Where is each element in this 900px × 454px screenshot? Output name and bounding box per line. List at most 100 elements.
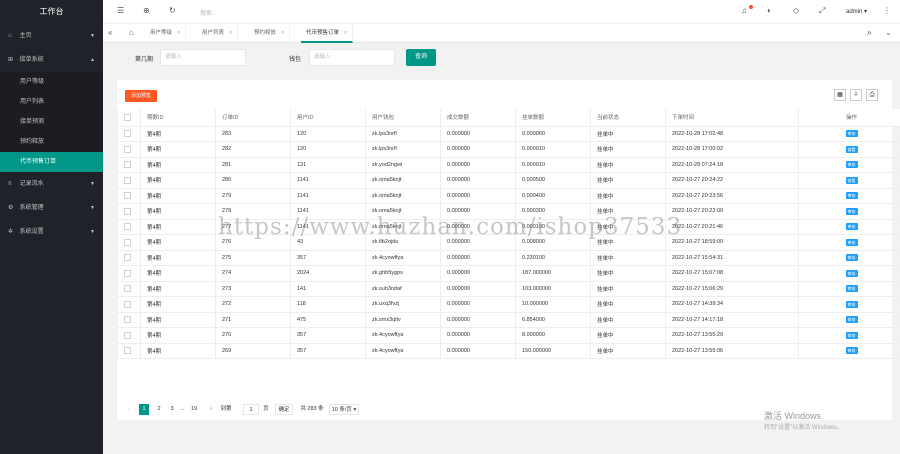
close-icon[interactable]: ×: [344, 30, 347, 36]
column-header[interactable]: 订单ID: [215, 109, 291, 127]
sidebar-item-orders[interactable]: ⊞ 接单系统 ▲: [0, 48, 103, 72]
row-action-button[interactable]: 审核: [845, 130, 858, 138]
theme-icon[interactable]: ◐: [767, 6, 772, 15]
table-row[interactable]: 第4期 275 357 zk.4cyowftya 0.000000 0.230100 挂单中…: [117, 250, 900, 266]
row-action-button[interactable]: 审核: [845, 192, 858, 200]
row-checkbox[interactable]: [117, 312, 141, 328]
prev-page-icon[interactable]: ‹: [125, 404, 133, 415]
row-checkbox[interactable]: [117, 219, 141, 235]
row-checkbox[interactable]: [117, 141, 141, 158]
page-number[interactable]: 19: [189, 404, 199, 415]
column-header[interactable]: 当前状态: [590, 109, 666, 127]
sidebar-subitem-active[interactable]: 代币预售订单: [0, 152, 103, 172]
tab-user-list[interactable]: 用户列表 ×: [197, 24, 239, 43]
tab-release[interactable]: 预约释放 ×: [249, 24, 291, 43]
sidebar-subitem[interactable]: 用户列表: [0, 92, 103, 112]
close-icon[interactable]: ×: [229, 30, 232, 36]
sidebar-item-system[interactable]: ⚙ 系统管理 ▼: [0, 196, 103, 220]
row-action-button[interactable]: 审核: [845, 316, 858, 324]
column-header[interactable]: 成交数额: [440, 109, 516, 127]
sidebar-subitem[interactable]: 预约释放: [0, 132, 103, 152]
wallet-input[interactable]: 请输入: [309, 49, 395, 66]
page-number[interactable]: 3: [168, 404, 176, 415]
table-row[interactable]: 第4期 283 120 zk.lps3nrfl 0.000000 0.000060 挂单中 2…: [117, 126, 900, 142]
row-checkbox[interactable]: [117, 250, 141, 266]
table-row[interactable]: 第4期 274 2024 zk.ghb5ygps 0.000000 187.000000 挂…: [117, 265, 900, 282]
row-checkbox[interactable]: [117, 188, 141, 204]
row-action-button[interactable]: 查看: [845, 176, 858, 184]
close-icon[interactable]: ×: [177, 30, 180, 36]
column-header[interactable]: 用户ID: [290, 109, 366, 127]
goto-confirm-button[interactable]: 确定: [275, 404, 293, 415]
search-input[interactable]: 搜索...: [200, 8, 217, 17]
row-action-button[interactable]: 审核: [845, 331, 858, 339]
sidebar-item-home[interactable]: ⌂ 主页 ▼: [0, 24, 103, 48]
table-row[interactable]: 第4期 281 131 zk.yod2ngwl 0.000000 0.000010 挂单中 2…: [117, 157, 900, 173]
goto-page-input[interactable]: 1: [243, 404, 259, 415]
row-action-button[interactable]: 审核: [845, 254, 858, 262]
per-page-select[interactable]: 10 条/页 ▾: [329, 404, 359, 415]
tab-presale-orders[interactable]: 代币预售订单 ×: [301, 24, 354, 43]
table-row[interactable]: 第4期 269 357 zk.4cyowftya 0.000000 150.000000 挂…: [117, 343, 900, 359]
row-action-button[interactable]: 审核: [845, 347, 858, 355]
table-row[interactable]: 第4期 270 357 zk.4cyowftya 0.000000 8.000000 挂单中…: [117, 327, 900, 344]
select-all-checkbox[interactable]: [117, 109, 141, 127]
bell-icon[interactable]: ♫: [741, 6, 747, 15]
row-action-button[interactable]: 审核: [845, 207, 858, 215]
row-checkbox[interactable]: [117, 172, 141, 189]
page-number[interactable]: 2: [155, 404, 163, 415]
tabs-menu-icon[interactable]: ⌄: [885, 28, 892, 37]
table-row[interactable]: 第4期 272 118 zk.uxq3fvzj 0.000000 10.000000 挂单中…: [117, 296, 900, 313]
row-checkbox[interactable]: [117, 234, 141, 251]
column-header[interactable]: 挂单数额: [515, 109, 591, 127]
tabs-next-icon[interactable]: »: [867, 28, 871, 37]
row-checkbox[interactable]: [117, 327, 141, 344]
close-icon[interactable]: ×: [281, 30, 284, 36]
table-row[interactable]: 第4期 280 1141 zk.oma5knjt 0.000000 0.000500 挂单中…: [117, 172, 900, 189]
row-action-button[interactable]: 审核: [845, 223, 858, 231]
row-action-button[interactable]: 查看: [845, 145, 858, 153]
column-header[interactable]: 下单时间: [665, 109, 799, 127]
tabs-prev-icon[interactable]: «: [108, 28, 112, 37]
sidebar-item-records[interactable]: ≡ 记录流水 ▼: [0, 172, 103, 196]
table-cell: 第4期: [140, 234, 216, 251]
export-icon[interactable]: ⇩: [850, 89, 862, 101]
fullscreen-icon[interactable]: ⤢: [819, 6, 825, 16]
globe-icon[interactable]: ⊕: [143, 6, 150, 15]
query-button[interactable]: 查询: [406, 49, 436, 66]
table-row[interactable]: 第4期 271 475 zk.smx3qltv 0.000000 6.854000 挂单中 2…: [117, 312, 900, 328]
row-checkbox[interactable]: [117, 203, 141, 220]
next-page-icon[interactable]: ›: [207, 404, 215, 415]
table-row[interactable]: 第4期 273 141 zk.suh3ndaf 0.000000 103.000000 挂单…: [117, 281, 900, 297]
menu-toggle-icon[interactable]: ☰: [117, 6, 124, 15]
row-action-button[interactable]: 审核: [845, 161, 858, 169]
column-header[interactable]: 用户钱包: [365, 109, 441, 127]
period-input[interactable]: 请输入: [160, 49, 246, 66]
row-checkbox[interactable]: [117, 265, 141, 282]
sidebar-subitem[interactable]: 接单预测: [0, 112, 103, 132]
table-row[interactable]: 第4期 282 120 zk.lps3nrfl 0.000000 0.000010 挂单中 2…: [117, 141, 900, 158]
add-presale-button[interactable]: 添加预售: [125, 90, 157, 102]
refresh-icon[interactable]: ↻: [169, 6, 176, 15]
row-checkbox[interactable]: [117, 281, 141, 297]
print-icon[interactable]: ⎙: [866, 89, 878, 101]
table-row[interactable]: 第4期 279 1141 zk.oma5knjt 0.000000 0.000400 挂单中…: [117, 188, 900, 204]
more-icon[interactable]: ⋮: [883, 6, 891, 15]
tab-user-level[interactable]: 用户等级 ×: [145, 24, 187, 43]
page-number[interactable]: 1: [139, 404, 149, 415]
row-action-button[interactable]: 审核: [845, 238, 858, 246]
home-tab-icon[interactable]: ⌂: [129, 28, 134, 37]
row-checkbox[interactable]: [117, 126, 141, 142]
row-action-button[interactable]: 审核: [845, 269, 858, 277]
column-header[interactable]: 期数ID: [140, 109, 216, 127]
sidebar-item-settings[interactable]: ✲ 系统设置 ▼: [0, 220, 103, 244]
row-checkbox[interactable]: [117, 343, 141, 359]
row-checkbox[interactable]: [117, 157, 141, 173]
user-menu[interactable]: admin ▾: [846, 8, 867, 15]
row-checkbox[interactable]: [117, 296, 141, 313]
sidebar-subitem[interactable]: 用户等级: [0, 72, 103, 92]
columns-icon[interactable]: ▦: [834, 89, 846, 101]
row-action-button[interactable]: 审核: [845, 285, 858, 293]
note-icon[interactable]: ◇: [793, 6, 799, 15]
row-action-button[interactable]: 审核: [845, 300, 858, 308]
